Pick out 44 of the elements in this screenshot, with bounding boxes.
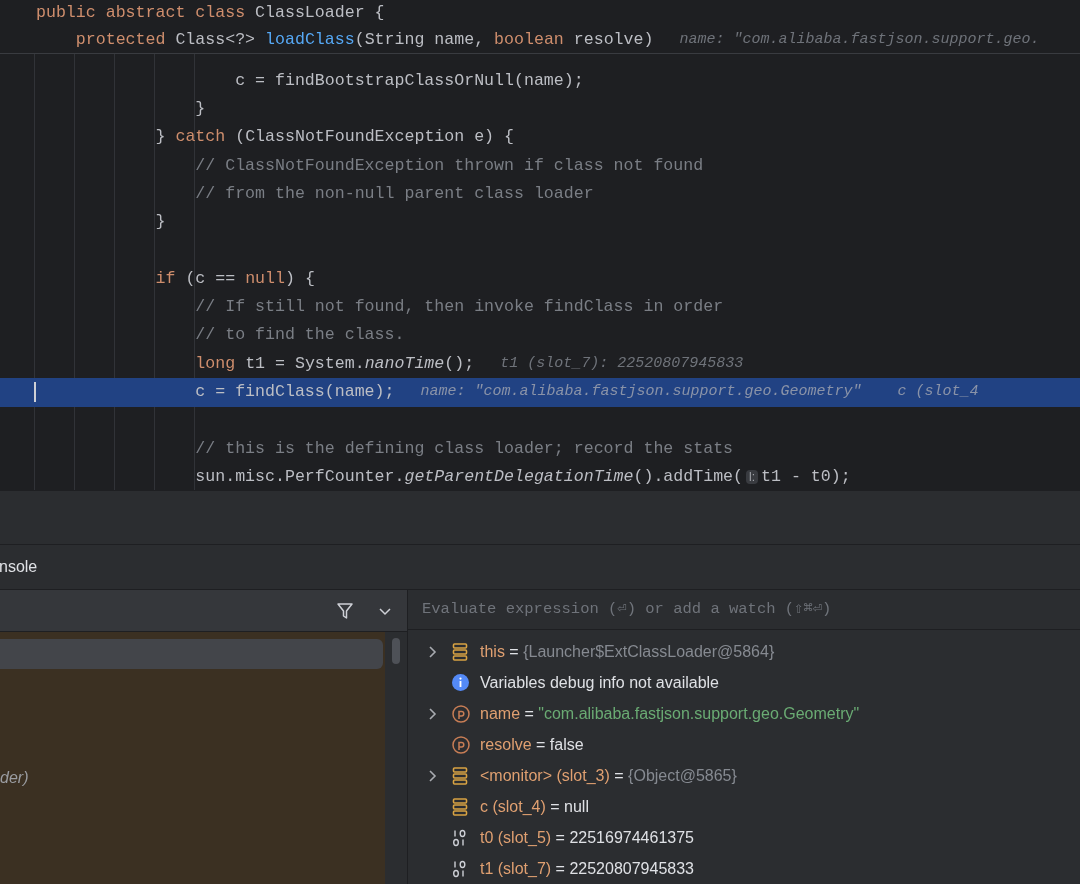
field-stack-icon: [452, 766, 468, 785]
info-icon: [452, 674, 469, 691]
code-line: // If still not found, then invoke findClass in order: [194, 296, 724, 319]
text-cursor: [34, 382, 36, 403]
console-tab[interactable]: nsole: [0, 555, 38, 579]
evaluate-expression-field[interactable]: Evaluate expression (⏎) or add a watch (⇧⌘⏎): [422, 597, 1080, 622]
variable-entry[interactable]: <monitor> (slot_3) = {Object@5865}: [480, 763, 737, 788]
field-stack-icon: [452, 642, 468, 661]
code-line: public abstract class ClassLoader {: [36, 1, 385, 24]
code-line: long t1 = System.nanoTime();: [194, 352, 475, 375]
code-line: }: [194, 98, 206, 120]
code-line: // from the non-null parent class loader: [194, 182, 594, 205]
code-line: }: [154, 211, 166, 234]
variable-entry[interactable]: resolve = false: [480, 732, 584, 757]
binary-digits-icon: [452, 828, 468, 847]
variable-entry[interactable]: t1 (slot_7) = 22520807945833: [480, 856, 694, 881]
parameter-icon: [452, 735, 470, 754]
code-line: c = findClass(name);: [194, 380, 395, 403]
chevron-down-icon[interactable]: [378, 605, 392, 616]
inline-value-hint: name: "com.alibaba.fastjson.support.geo.: [679, 30, 1040, 51]
code-line: // this is the defining class loader; record the stats: [194, 437, 734, 460]
chevron-right-icon[interactable]: [428, 706, 438, 721]
chevron-right-icon[interactable]: [428, 768, 438, 783]
inline-value-hint: name: "com.alibaba.fastjson.support.geo.Geometry" c (slot_4: [420, 382, 979, 403]
binary-digits-icon: [452, 859, 468, 878]
chevron-right-icon[interactable]: [428, 644, 438, 659]
variable-entry[interactable]: name = "com.alibaba.fastjson.support.geo.Geometry": [480, 701, 860, 726]
code-line: c = findBootstrapClassOrNull(name);: [234, 69, 584, 92]
code-line: protected Class<?> loadClass(String name, boolean resolve): [74, 29, 654, 51]
variable-entry[interactable]: t0 (slot_5) = 22516974461375: [480, 825, 694, 850]
code-line: // ClassNotFoundException thrown if class not found: [194, 154, 704, 177]
inline-value-hint: t1 (slot_7): 22520807945833: [500, 353, 744, 374]
code-line: // to find the class.: [194, 324, 405, 347]
frame-label[interactable]: der): [0, 765, 29, 790]
scrollbar-thumb[interactable]: [392, 638, 400, 664]
field-stack-icon: [452, 797, 468, 816]
code-line: sun.misc.PerfCounter.getParentDelegationTime().addTime( l: t1 - t0);: [194, 465, 851, 488]
info-message: Variables debug info not available: [480, 672, 719, 693]
code-line: } catch (ClassNotFoundException e) {: [154, 126, 514, 149]
parameter-icon: [452, 704, 470, 723]
variable-entry[interactable]: c (slot_4) = null: [480, 794, 589, 819]
variable-entry[interactable]: this = {Launcher$ExtClassLoader@5864}: [480, 639, 775, 664]
code-line: if (c == null) {: [154, 267, 315, 290]
filter-icon[interactable]: [336, 601, 354, 620]
